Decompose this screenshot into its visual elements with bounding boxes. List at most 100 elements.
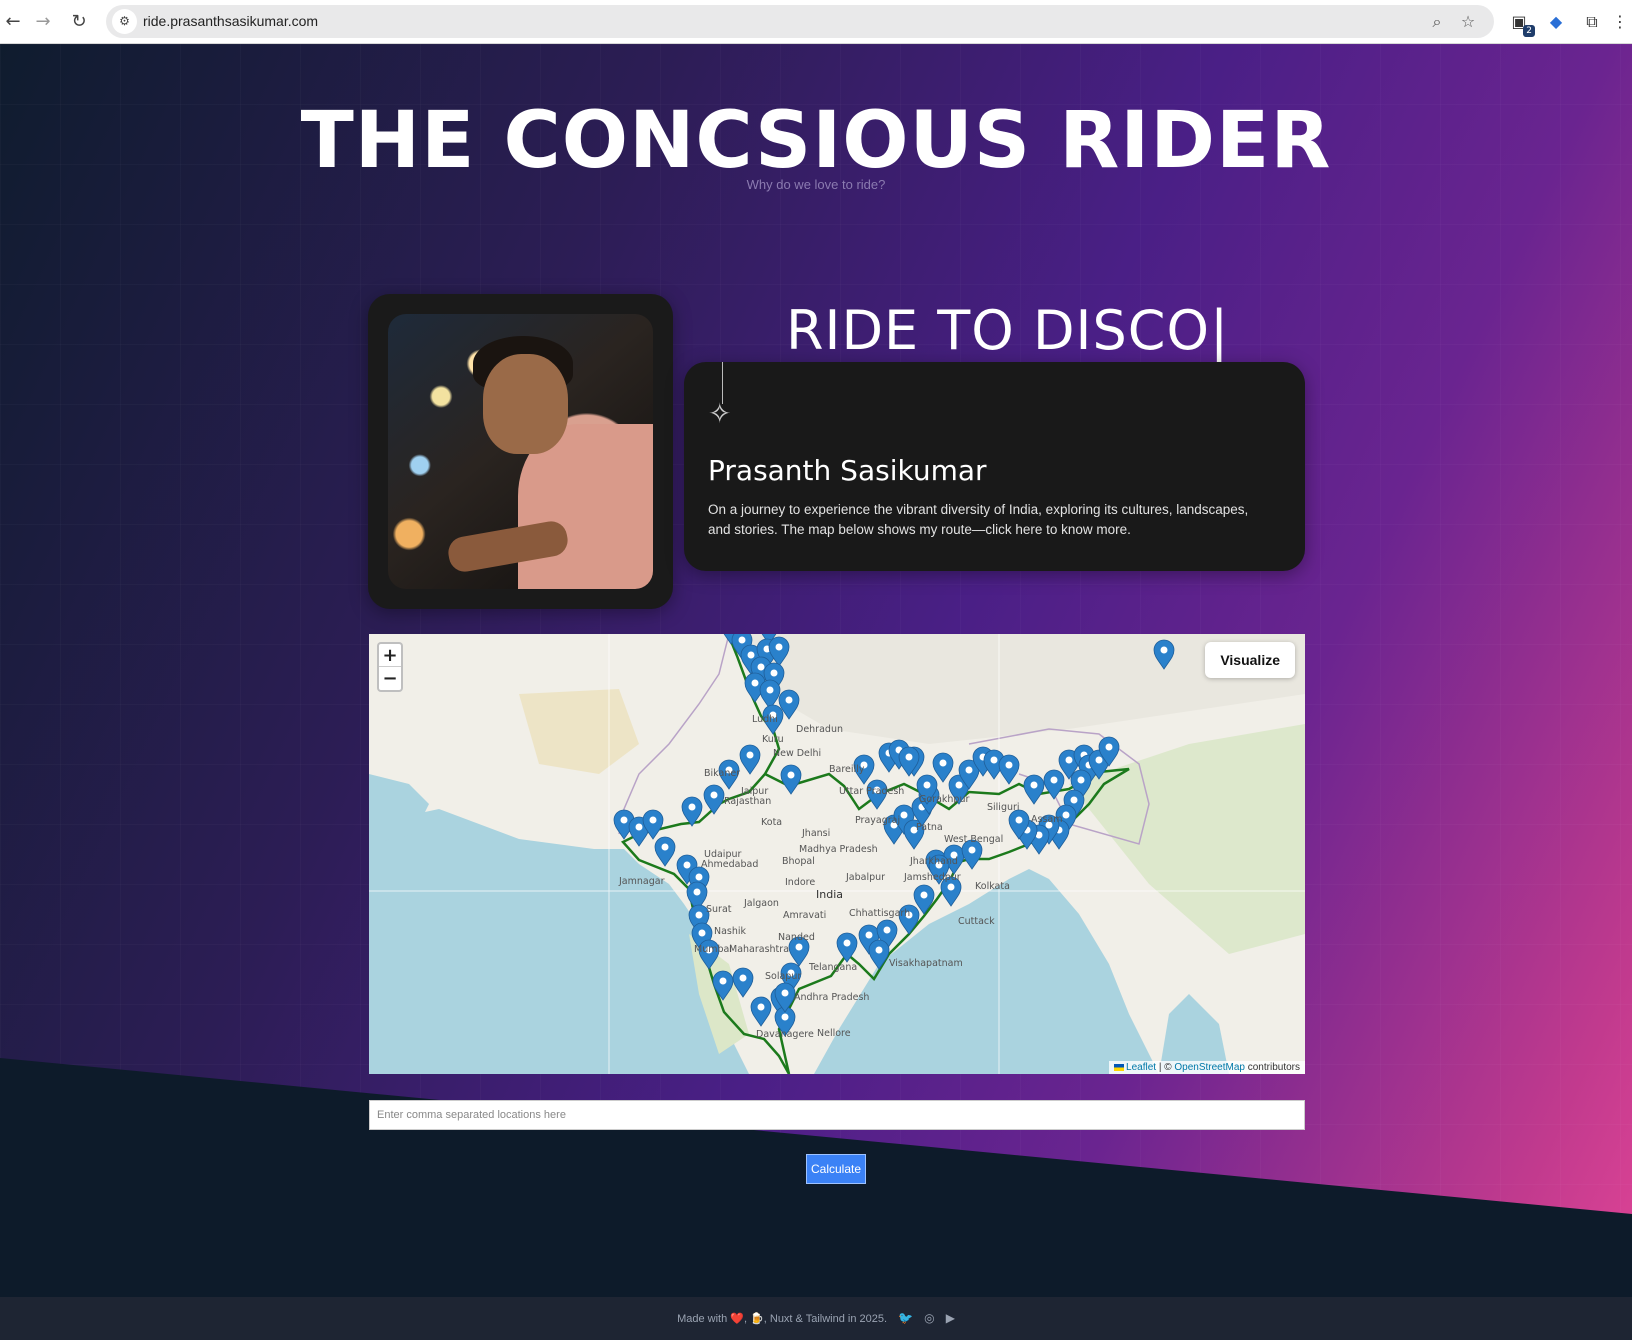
map-place-label: Amravati	[783, 910, 827, 921]
bio-card[interactable]: ✧ Prasanth Sasikumar On a journey to exp…	[684, 362, 1305, 571]
twitter-icon[interactable]: 🐦	[898, 1311, 913, 1325]
map-place-label: Telangana	[809, 962, 858, 973]
map-marker-dot	[920, 891, 928, 899]
map-marker-dot	[865, 931, 873, 939]
ukraine-flag-icon	[1114, 1063, 1125, 1071]
footer-text: Made with ❤️, 🍺, Nuxt & Tailwind in 2025…	[677, 1313, 888, 1325]
map-marker-dot	[947, 883, 955, 891]
map-place-label: Jhansi	[802, 828, 831, 839]
map-marker-dot	[1070, 796, 1078, 804]
map-place-label: Nanded	[778, 932, 815, 943]
map-marker[interactable]	[998, 754, 1020, 785]
map-marker-dot	[683, 861, 691, 869]
map-marker-dot	[738, 636, 746, 644]
map-marker-dot	[620, 816, 628, 824]
map-place-label: Maharashtra	[729, 944, 790, 955]
map-marker-dot	[883, 926, 891, 934]
map-marker-dot	[905, 753, 913, 761]
map-marker-dot	[955, 781, 963, 789]
map-marker-dot	[968, 846, 976, 854]
map-place-label: New Delhi	[773, 748, 822, 759]
map-marker[interactable]	[780, 764, 802, 795]
map-marker[interactable]	[759, 679, 781, 710]
map-marker[interactable]	[739, 744, 761, 775]
site-info-icon[interactable]: ⚙	[112, 9, 137, 34]
map-marker-dot	[1160, 646, 1168, 654]
map-marker-dot	[766, 686, 774, 694]
map-marker[interactable]	[836, 932, 858, 963]
map-place-label: Solapur	[765, 971, 802, 982]
extensions-puzzle-icon[interactable]: ⧉	[1580, 10, 1604, 34]
map-marker[interactable]	[750, 996, 772, 1027]
back-icon[interactable]: ←	[0, 9, 26, 35]
map-marker[interactable]	[1023, 774, 1045, 805]
map-place-label: Madhya Pradesh	[799, 844, 878, 855]
locations-input[interactable]	[369, 1100, 1305, 1130]
profile-photo-card	[368, 294, 673, 609]
osm-link[interactable]: OpenStreetMap	[1174, 1062, 1245, 1073]
map-place-label: Jharkhand	[910, 856, 958, 867]
map-place-label: Assam	[1031, 814, 1063, 825]
map-place-label: Bhopal	[782, 856, 815, 867]
graduation-cap-icon[interactable]: ◆	[1544, 10, 1568, 34]
map-marker[interactable]	[1043, 769, 1065, 800]
visualize-button[interactable]: Visualize	[1205, 642, 1295, 678]
map-marker-dot	[900, 811, 908, 819]
map-place-label: Bareilly	[829, 764, 865, 775]
site-title: THE CONCSIOUS RIDER	[300, 96, 1332, 186]
map-marker[interactable]	[654, 836, 676, 867]
map-marker[interactable]	[932, 752, 954, 783]
bio-text[interactable]: On a journey to experience the vibrant d…	[708, 500, 1268, 540]
map-marker[interactable]	[703, 784, 725, 815]
address-bar[interactable]: ⚙ ride.prasanthsasikumar.com ⌕ ☆	[106, 5, 1494, 38]
url-text: ride.prasanthsasikumar.com	[143, 13, 319, 29]
map-marker-dot	[1005, 761, 1013, 769]
youtube-icon[interactable]: ▶	[946, 1311, 955, 1325]
map-place-label: Dehradun	[796, 724, 843, 735]
map-place-label: Nashik	[714, 926, 747, 937]
bookmark-star-icon[interactable]: ☆	[1457, 11, 1479, 33]
map-attribution: Leaflet | © OpenStreetMap contributors	[1109, 1061, 1305, 1074]
map-place-label: Rajasthan	[724, 796, 772, 807]
bio-name: Prasanth Sasikumar	[708, 454, 987, 487]
map-marker-dot	[661, 843, 669, 851]
zoom-in-button[interactable]: +	[379, 644, 401, 667]
reload-icon[interactable]: ↻	[66, 9, 92, 35]
map-marker-dot	[875, 946, 883, 954]
instagram-icon[interactable]: ◎	[924, 1311, 934, 1325]
map-marker-dot	[775, 643, 783, 651]
map-place-label: Indore	[785, 877, 816, 888]
zoom-icon[interactable]: ⌕	[1426, 11, 1448, 33]
map-place-label: Mumbai	[694, 944, 732, 955]
map-marker-dot	[635, 823, 643, 831]
map-place-label: Kuru	[762, 734, 784, 745]
map-marker-dot	[747, 651, 755, 659]
map-marker-dot	[843, 939, 851, 947]
map-marker-dot	[965, 766, 973, 774]
leaflet-link[interactable]: Leaflet	[1126, 1062, 1156, 1073]
desert-region	[519, 689, 639, 774]
map-place-label: Bikaner	[704, 768, 741, 779]
route-map[interactable]: Ludhi Dehradun New Delhi Kuru Bikaner Jaipur K…	[369, 634, 1305, 1074]
map-marker-dot	[1077, 776, 1085, 784]
map-marker-dot	[1095, 756, 1103, 764]
calculate-button[interactable]: Calculate	[806, 1154, 866, 1184]
map-marker-dot	[1050, 776, 1058, 784]
map-marker-dot	[710, 791, 718, 799]
map-marker-dot	[746, 751, 754, 759]
map-marker-dot	[649, 816, 657, 824]
map-marker-dot	[1062, 811, 1070, 819]
map-place-label: Surat	[706, 904, 732, 915]
map-marker-dot	[781, 1013, 789, 1021]
zoom-out-button[interactable]: −	[379, 667, 401, 690]
extension-badge: 2	[1523, 25, 1535, 37]
map-place-label: Davanagere	[756, 1029, 814, 1040]
forward-icon[interactable]: →	[30, 9, 56, 35]
map-marker-dot	[1030, 781, 1038, 789]
more-menu-icon[interactable]: ⋮	[1612, 10, 1628, 34]
extension-tab-icon[interactable]: ▣ 2	[1507, 10, 1535, 37]
map-place-label: Andhra Pradesh	[794, 992, 870, 1003]
map-place-label: Kolkata	[975, 881, 1010, 892]
typed-heading: RIDE TO DISCO|	[786, 299, 1230, 362]
map-marker-dot	[923, 781, 931, 789]
